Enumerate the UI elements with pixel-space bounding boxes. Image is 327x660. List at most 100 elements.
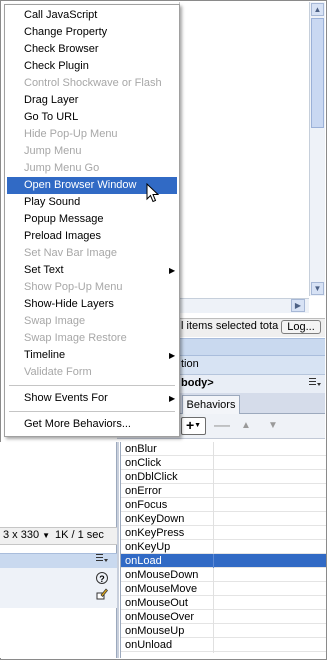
menu-item-label: Timeline — [24, 349, 66, 361]
help-icon[interactable]: ? — [96, 572, 108, 584]
panel-options-icon[interactable] — [309, 377, 321, 390]
dropdown-arrow-icon: ▼ — [194, 422, 202, 429]
menu-item: Hide Pop-Up Menu — [7, 126, 177, 143]
properties-options-icon[interactable] — [96, 553, 108, 566]
menu-item-label: Get More Behaviors... — [24, 418, 131, 430]
add-behavior-label: + — [185, 417, 195, 433]
remove-behavior-button[interactable]: — — [214, 417, 230, 435]
scroll-right-icon[interactable]: ▶ — [291, 299, 305, 312]
menu-item-label: Show Pop-Up Menu — [24, 281, 123, 293]
show-events-for-item[interactable]: Show Events For ▶ — [7, 390, 177, 407]
menu-item[interactable]: Timeline ▶ — [7, 347, 177, 364]
menu-item-label: Set Nav Bar Image — [24, 247, 117, 259]
event-row[interactable]: onFocus — [121, 498, 326, 513]
menu-item[interactable]: Call JavaScript — [7, 7, 177, 24]
submenu-arrow-icon: ▶ — [169, 266, 176, 275]
column-divider — [213, 526, 214, 541]
event-row[interactable]: onLoad — [121, 554, 326, 569]
column-divider — [213, 498, 214, 513]
column-divider — [213, 596, 214, 611]
event-row[interactable]: onMouseMove — [121, 582, 326, 597]
tab-behaviors[interactable]: Behaviors — [182, 395, 240, 414]
event-row[interactable]: onDblClick — [121, 470, 326, 485]
event-row[interactable]: onKeyPress — [121, 526, 326, 541]
event-row[interactable]: onKeyUp — [121, 540, 326, 555]
menu-item[interactable]: Check Plugin — [7, 58, 177, 75]
menu-item: Swap Image Restore — [7, 330, 177, 347]
chevron-down-icon: ▼ — [42, 531, 51, 540]
event-name: onMouseDown — [125, 569, 199, 581]
download-size: 1K / 1 sec — [55, 529, 104, 541]
move-down-button[interactable]: ▼ — [268, 420, 278, 431]
log-button[interactable]: Log... — [281, 320, 321, 334]
menu-separator — [9, 385, 175, 386]
menu-item[interactable]: Preload Images — [7, 228, 177, 245]
menu-item-label: Show-Hide Layers — [24, 298, 114, 310]
event-row[interactable]: onMouseOver — [121, 610, 326, 625]
vertical-scrollbar[interactable]: ▲ ▼ — [309, 2, 325, 296]
menu-item-label: Control Shockwave or Flash — [24, 77, 162, 89]
scroll-thumb[interactable] — [311, 18, 324, 128]
menu-item-label: Swap Image — [24, 315, 86, 327]
menu-item-label: Jump Menu Go — [24, 162, 100, 174]
options-menu-icon — [96, 554, 108, 562]
get-more-behaviors-item[interactable]: Get More Behaviors... — [7, 416, 177, 433]
menu-item: Set Nav Bar Image — [7, 245, 177, 262]
menu-item[interactable]: Set Text ▶ — [7, 262, 177, 279]
menu-item-label: Swap Image Restore — [24, 332, 127, 344]
menu-item-label: Go To URL — [24, 111, 79, 123]
menu-item[interactable]: Show-Hide Layers — [7, 296, 177, 313]
event-name: onMouseUp — [125, 625, 185, 637]
event-name: onError — [125, 485, 162, 497]
menu-item: Jump Menu — [7, 143, 177, 160]
menu-item-label: Check Plugin — [24, 60, 89, 72]
event-row[interactable]: onKeyDown — [121, 512, 326, 527]
results-status-text: l items selected tota — [181, 320, 279, 332]
panel-splitter[interactable] — [117, 442, 119, 658]
scroll-down-icon[interactable]: ▼ — [311, 282, 324, 295]
event-row[interactable]: onError — [121, 484, 326, 499]
submenu-arrow-icon: ▶ — [169, 394, 176, 403]
menu-item-label: Set Text — [24, 264, 64, 276]
event-row[interactable]: onMouseUp — [121, 624, 326, 639]
selected-tag-label: body> — [181, 377, 214, 389]
menu-item-label: Popup Message — [24, 213, 104, 225]
edit-icon[interactable] — [96, 588, 108, 603]
event-row[interactable]: onUnload — [121, 638, 326, 653]
column-divider — [213, 582, 214, 597]
menu-item-label: Jump Menu — [24, 145, 82, 157]
options-menu-icon — [309, 378, 321, 386]
document-view[interactable] — [179, 2, 325, 298]
event-name: onBlur — [125, 443, 157, 455]
event-row[interactable]: onBlur — [121, 442, 326, 457]
menu-item[interactable]: Go To URL — [7, 109, 177, 126]
menu-item: Control Shockwave or Flash — [7, 75, 177, 92]
event-name: onLoad — [125, 555, 162, 567]
pencil-icon — [96, 588, 108, 600]
column-divider — [213, 540, 214, 555]
window-size-selector[interactable]: 3 x 330 ▼ — [3, 529, 50, 541]
menu-item[interactable]: Change Property — [7, 24, 177, 41]
document-canvas[interactable] — [0, 442, 117, 658]
event-row[interactable]: onMouseDown — [121, 568, 326, 583]
add-behavior-button[interactable]: +▼ — [181, 417, 206, 435]
menu-item[interactable]: Check Browser — [7, 41, 177, 58]
column-divider — [213, 638, 214, 653]
menu-item-label: Preload Images — [24, 230, 102, 242]
tag-inspector-header[interactable] — [179, 355, 325, 374]
menu-item[interactable]: Popup Message — [7, 211, 177, 228]
event-row[interactable]: onClick — [121, 456, 326, 471]
panel-group-divider — [179, 338, 325, 355]
scroll-up-icon[interactable]: ▲ — [311, 3, 324, 16]
column-divider — [213, 624, 214, 639]
move-up-button[interactable]: ▲ — [241, 420, 251, 431]
event-row[interactable]: onMouseOut — [121, 596, 326, 611]
menu-item[interactable]: Drag Layer — [7, 92, 177, 109]
event-name: onDblClick — [125, 471, 178, 483]
horizontal-scrollbar[interactable]: ▶ — [179, 298, 309, 313]
event-name: onKeyDown — [125, 513, 185, 525]
event-name: onMouseOver — [125, 611, 195, 623]
menu-item-label: Check Browser — [24, 43, 99, 55]
behaviors-event-list[interactable]: onBlur onClick onDblClick onError onFocus onK… — [120, 442, 326, 658]
mouse-pointer-icon — [146, 182, 160, 206]
